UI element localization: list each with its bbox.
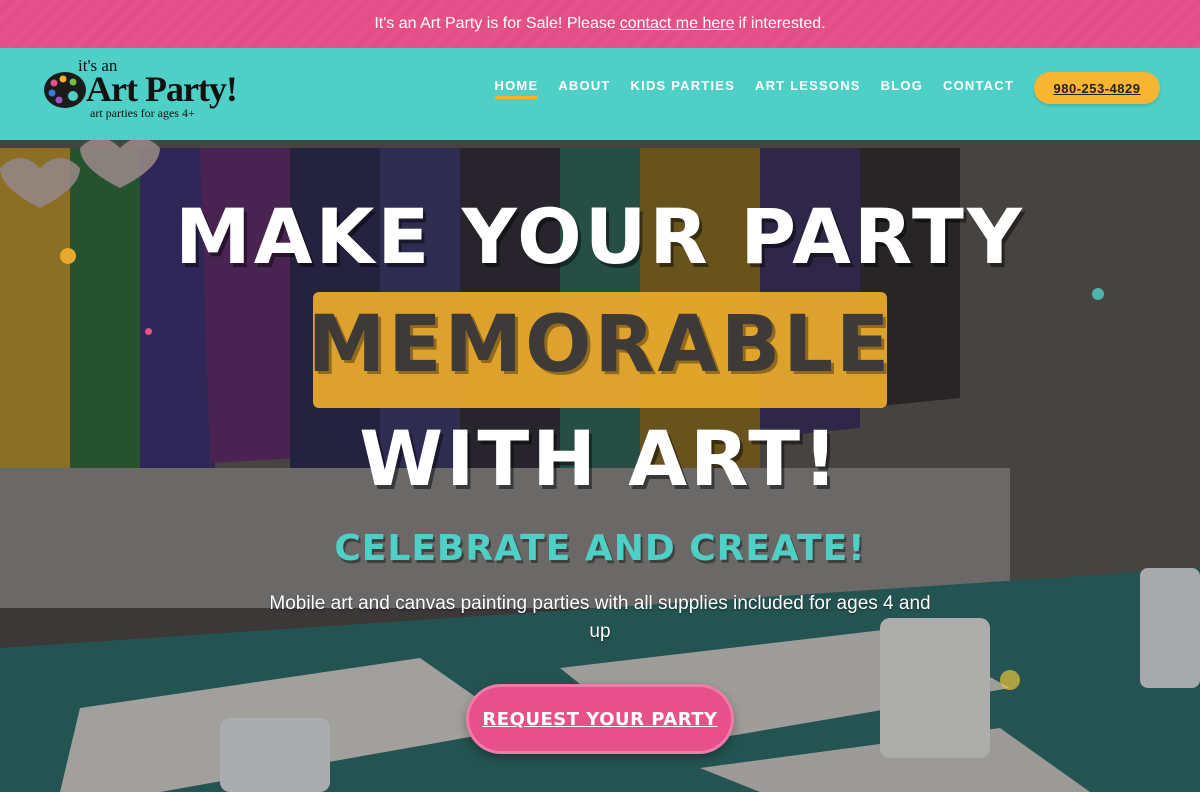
phone-button[interactable]: 980-253-4829: [1034, 72, 1160, 104]
nav-blog[interactable]: BLOG: [881, 78, 923, 97]
nav-art-lessons[interactable]: ART LESSONS: [755, 78, 861, 97]
site-logo[interactable]: it's an Art Party! art parties for ages …: [42, 54, 252, 124]
hero-heading-line2: MEMORABLE: [307, 300, 893, 390]
decor-dot: [1000, 670, 1020, 690]
hero-heading-line3: WITH ART!: [359, 414, 841, 503]
header-wave-divider: [0, 120, 1200, 136]
logo-tagline: art parties for ages 4+: [90, 106, 195, 120]
announcement-text: It's an Art Party is for Sale! Please: [374, 15, 616, 32]
nav-contact[interactable]: CONTACT: [943, 78, 1014, 97]
main-nav: HOME ABOUT KIDS PARTIES ART LESSONS BLOG…: [494, 78, 1014, 99]
palette-icon: [44, 72, 86, 108]
hero-subheading: CELEBRATE AND CREATE!: [334, 528, 866, 569]
nav-home[interactable]: HOME: [494, 78, 539, 99]
announcement-bar: It's an Art Party is for Sale! Please co…: [0, 0, 1200, 48]
hero-description: Mobile art and canvas painting parties w…: [269, 593, 931, 642]
logo-brand: Art Party!: [86, 69, 238, 109]
request-party-button[interactable]: REQUEST YOUR PARTY: [466, 684, 734, 754]
nav-kids-parties[interactable]: KIDS PARTIES: [631, 78, 735, 97]
nav-about[interactable]: ABOUT: [558, 78, 610, 97]
hero-heading-line1: MAKE YOUR PARTY: [175, 192, 1025, 281]
decor-dot: [1092, 288, 1104, 300]
hero-section: MAKE YOUR PARTY MEMORABLE WITH ART! CELE…: [0, 128, 1200, 792]
announcement-text-end: if interested.: [738, 15, 826, 32]
contact-link[interactable]: contact me here: [620, 15, 735, 33]
